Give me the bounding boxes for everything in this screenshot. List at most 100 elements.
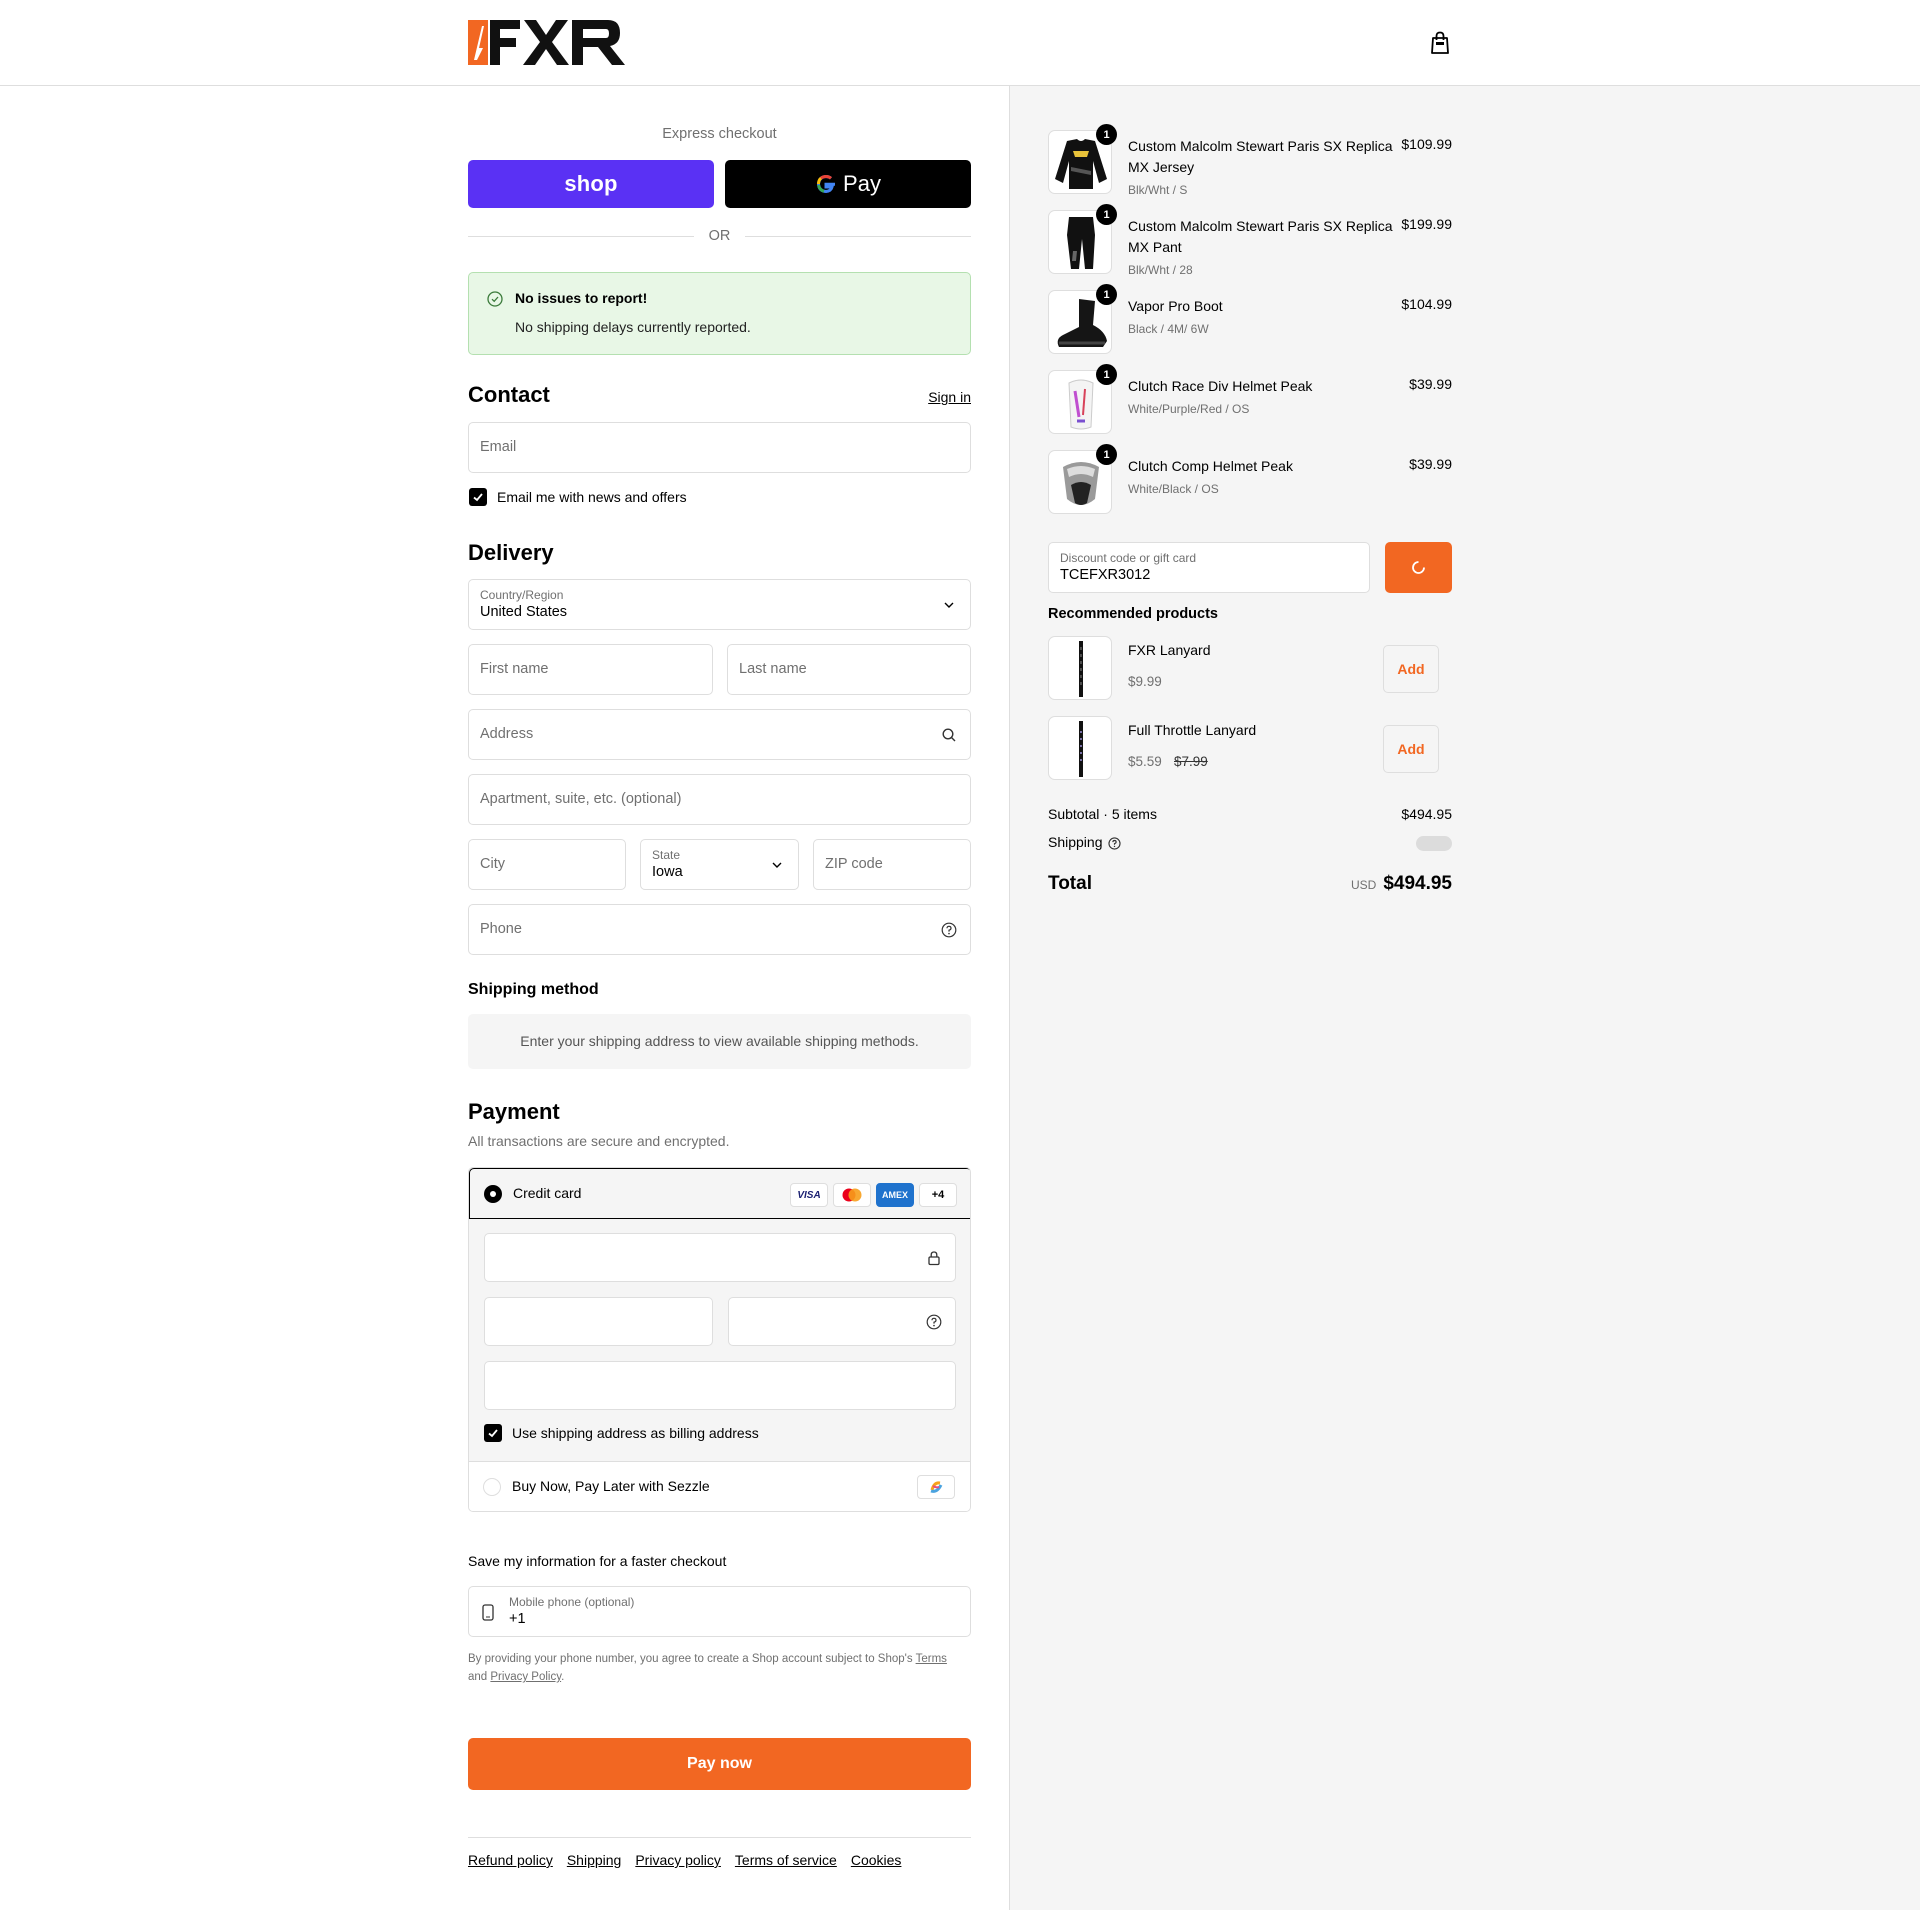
shop-pay-button[interactable]: shop <box>468 160 714 208</box>
sezzle-label: Buy Now, Pay Later with Sezzle <box>512 1478 710 1494</box>
sign-in-link[interactable]: Sign in <box>928 389 971 405</box>
card-cvv-field[interactable] <box>728 1297 956 1346</box>
notice-text: No shipping delays currently reported. <box>515 319 751 335</box>
cart-item: 1 Clutch Race Div Helmet Peak White/Purp… <box>1048 364 1452 436</box>
first-name-field[interactable]: First name <box>468 644 713 695</box>
item-variant: Black / 4M/ 6W <box>1128 322 1209 336</box>
help-circle-icon[interactable] <box>1108 837 1121 850</box>
help-circle-icon[interactable] <box>941 922 957 938</box>
cart-item: 1 Clutch Comp Helmet Peak White/Black / … <box>1048 444 1452 516</box>
quantity-badge: 1 <box>1096 364 1117 385</box>
mobile-phone-field[interactable]: Mobile phone (optional) +1 <box>468 1586 971 1637</box>
privacy-policy-link[interactable]: Privacy Policy <box>490 1671 561 1683</box>
apartment-field[interactable]: Apartment, suite, etc. (optional) <box>468 774 971 825</box>
total-label: Total <box>1048 873 1092 894</box>
contact-heading: Contact <box>468 382 550 407</box>
discount-code-field[interactable]: Discount code or gift card TCEFXR3012 <box>1048 542 1370 593</box>
mobile-phone-icon <box>482 1604 494 1621</box>
add-fxr-lanyard-button[interactable]: Add <box>1383 645 1439 693</box>
save-info-heading: Save my information for a faster checkou… <box>468 1553 727 1569</box>
billing-checkbox[interactable] <box>484 1424 502 1442</box>
sezzle-option[interactable]: Buy Now, Pay Later with Sezzle <box>469 1461 970 1511</box>
subtotal-value: $494.95 <box>1401 806 1452 822</box>
shipping-link[interactable]: Shipping <box>567 1852 622 1868</box>
mastercard-icon <box>833 1183 871 1207</box>
google-pay-label: Pay <box>843 171 881 196</box>
country-label: Country/Region <box>480 588 564 602</box>
card-expiry-field[interactable] <box>484 1297 713 1346</box>
delivery-heading: Delivery <box>468 540 554 565</box>
recommended-price: $5.59 <box>1128 754 1162 769</box>
cookies-link[interactable]: Cookies <box>851 1852 902 1868</box>
footer-links: Refund policy Shipping Privacy policy Te… <box>468 1852 901 1868</box>
last-name-field[interactable]: Last name <box>727 644 971 695</box>
header <box>0 0 1920 86</box>
credit-card-option[interactable]: Credit card VISA AMEX +4 <box>469 1168 970 1219</box>
item-price: $39.99 <box>1409 376 1452 392</box>
add-full-throttle-lanyard-button[interactable]: Add <box>1383 725 1439 773</box>
phone-field[interactable]: Phone <box>468 904 971 955</box>
fxr-logo[interactable] <box>468 20 630 65</box>
discount-code-value: TCEFXR3012 <box>1060 567 1151 583</box>
item-price: $39.99 <box>1409 456 1452 472</box>
loading-spinner-icon <box>1412 561 1425 574</box>
email-placeholder: Email <box>480 439 517 455</box>
address-placeholder: Address <box>480 726 534 742</box>
country-select[interactable]: Country/Region United States <box>468 579 971 630</box>
first-name-placeholder: First name <box>480 661 549 677</box>
subtotal-label: Subtotal · 5 items <box>1048 806 1157 822</box>
item-name: Custom Malcolm Stewart Paris SX Replica … <box>1128 218 1393 255</box>
terms-link[interactable]: Terms <box>916 1653 947 1665</box>
news-label: Email me with news and offers <box>497 489 687 505</box>
credit-card-radio[interactable] <box>484 1185 502 1203</box>
zip-placeholder: ZIP code <box>825 856 883 872</box>
zip-field[interactable]: ZIP code <box>813 839 971 890</box>
checkmark-icon <box>473 493 483 502</box>
sezzle-radio[interactable] <box>483 1478 501 1496</box>
cart-item: 1 Custom Malcolm Stewart Paris SX Replic… <box>1048 124 1452 197</box>
currency-label: USD <box>1350 878 1377 892</box>
recommended-name: Full Throttle Lanyard <box>1128 722 1257 738</box>
payment-heading: Payment <box>468 1099 560 1124</box>
item-price: $104.99 <box>1401 296 1452 312</box>
order-summary-panel <box>1009 86 1920 1910</box>
search-icon <box>942 728 956 742</box>
visa-icon: VISA <box>790 1183 828 1207</box>
add-label: Add <box>1397 741 1425 757</box>
cart-item: 1 Custom Malcolm Stewart Paris SX Replic… <box>1048 204 1452 277</box>
state-label: State <box>652 848 681 862</box>
city-field[interactable]: City <box>468 839 626 890</box>
google-pay-button[interactable]: Pay <box>725 160 971 208</box>
privacy-policy-footer-link[interactable]: Privacy policy <box>635 1852 721 1868</box>
legal-text: By providing your phone number, you agre… <box>468 1653 913 1665</box>
shop-pay-label: shop <box>564 171 618 196</box>
recommended-heading: Recommended products <box>1048 606 1218 622</box>
payment-subtitle: All transactions are secure and encrypte… <box>468 1133 730 1149</box>
recommended-item: FXR Lanyard $9.99 Add <box>1048 636 1452 702</box>
shipping-method-heading: Shipping method <box>468 981 599 998</box>
save-info-legal: By providing your phone number, you agre… <box>468 1650 971 1686</box>
terms-of-service-link[interactable]: Terms of service <box>735 1852 837 1868</box>
credit-card-label: Credit card <box>513 1185 582 1201</box>
item-name: Clutch Comp Helmet Peak <box>1128 458 1293 474</box>
chevron-down-icon <box>772 862 782 868</box>
address-field[interactable]: Address <box>468 709 971 760</box>
product-image <box>1048 636 1112 700</box>
card-name-field[interactable] <box>484 1361 956 1410</box>
state-select[interactable]: State Iowa <box>640 839 799 890</box>
email-field[interactable]: Email <box>468 422 971 473</box>
item-name: Clutch Race Div Helmet Peak <box>1128 378 1313 394</box>
shopping-bag-icon[interactable] <box>1428 30 1452 56</box>
shipping-loading-placeholder <box>1416 836 1452 851</box>
country-value: United States <box>480 604 568 620</box>
recommended-old-price: $7.99 <box>1174 754 1208 769</box>
card-number-field[interactable] <box>484 1233 956 1282</box>
total-value: $494.95 <box>1383 873 1452 894</box>
news-checkbox[interactable] <box>469 488 487 506</box>
refund-policy-link[interactable]: Refund policy <box>468 1852 553 1868</box>
apply-discount-button[interactable] <box>1385 542 1452 593</box>
discount-code-label: Discount code or gift card <box>1060 551 1197 565</box>
item-variant: Blk/Wht / 28 <box>1128 263 1193 277</box>
help-circle-icon[interactable] <box>926 1314 942 1330</box>
pay-now-button[interactable]: Pay now <box>468 1738 971 1790</box>
